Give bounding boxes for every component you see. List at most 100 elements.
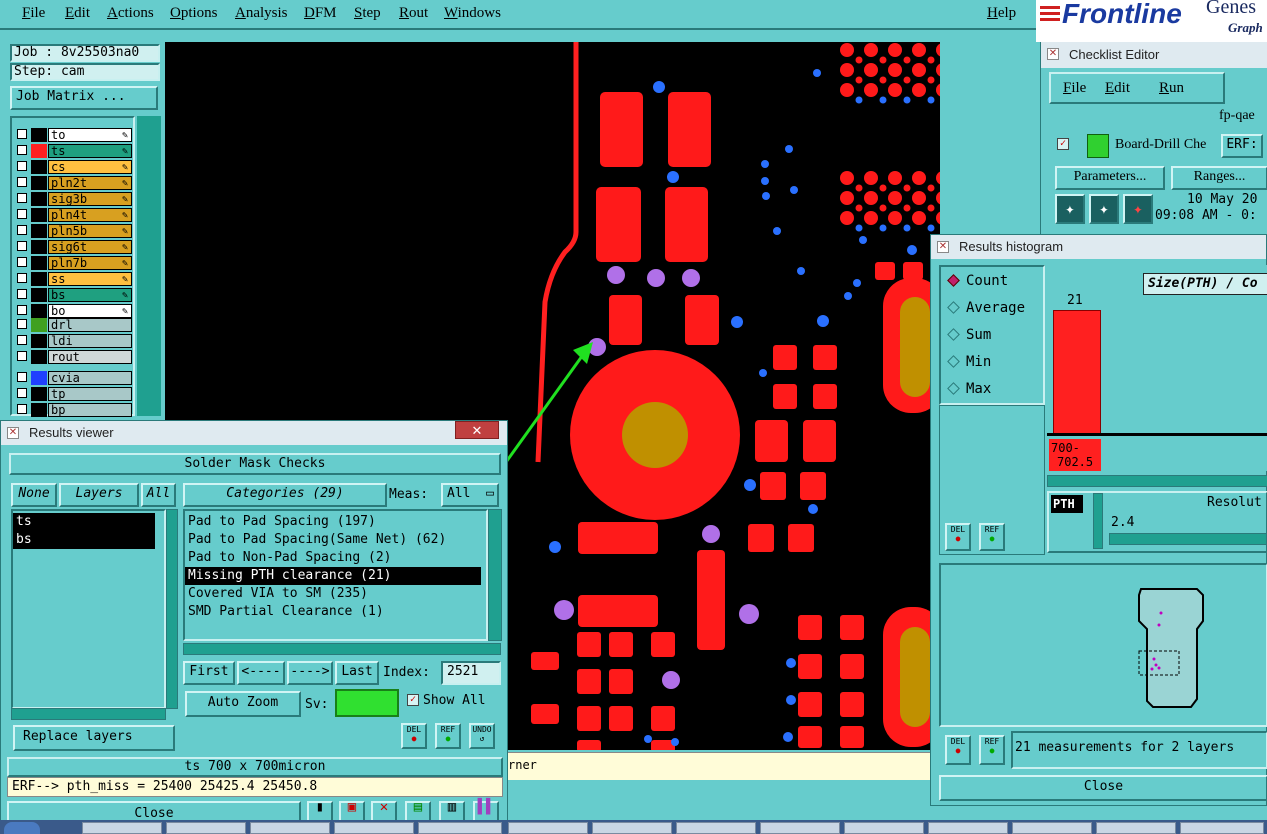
layer-color-swatch[interactable] — [31, 350, 47, 364]
hist-ref-button[interactable]: REF ● — [979, 523, 1005, 551]
auto-zoom-dropdown[interactable]: Auto Zoom — [185, 691, 301, 717]
menu-actions[interactable]: Actions — [107, 5, 154, 22]
layer-row-drl[interactable]: drl — [14, 318, 132, 332]
taskbar-item[interactable] — [1096, 822, 1176, 834]
layer-row-sig6t[interactable]: sig6t ✎ — [14, 240, 132, 254]
radio-sum[interactable]: Sum — [947, 327, 991, 343]
erf-button[interactable]: ERF: — [1221, 134, 1263, 158]
all-button[interactable]: All — [141, 483, 176, 507]
layers-button[interactable]: Layers — [59, 483, 139, 507]
close-icon[interactable]: ✕ — [455, 421, 499, 439]
layer-checkbox[interactable] — [17, 305, 27, 315]
histogram-bar[interactable] — [1053, 310, 1101, 434]
preview-ref-button[interactable]: REF ● — [979, 735, 1005, 765]
category-item[interactable]: Pad to Pad Spacing (197) — [185, 513, 481, 531]
checklist-menu-file[interactable]: File — [1063, 80, 1086, 97]
layer-checkbox[interactable] — [17, 257, 27, 267]
prev-button[interactable]: <---- — [237, 661, 285, 685]
radio-min[interactable]: Min — [947, 354, 991, 370]
layer-color-swatch[interactable] — [31, 224, 47, 238]
layer-name[interactable]: sig6t ✎ — [48, 240, 132, 254]
index-input[interactable]: 2521 — [441, 661, 501, 685]
layer-row-ts[interactable]: ts ✎ — [14, 144, 132, 158]
undo-button[interactable]: UNDO ↺ — [469, 723, 495, 749]
layer-row-bs[interactable]: bs ✎ — [14, 288, 132, 302]
layer-name[interactable]: drl — [48, 318, 132, 332]
taskbar-item[interactable] — [760, 822, 840, 834]
board-preview[interactable] — [939, 563, 1267, 727]
layer-color-swatch[interactable] — [31, 192, 47, 206]
checklist-menu-run[interactable]: Run — [1159, 80, 1184, 97]
show-all-checkbox[interactable]: ✓ — [407, 694, 419, 706]
layer-checkbox[interactable] — [17, 273, 27, 283]
layer-name[interactable]: ss ✎ — [48, 272, 132, 286]
layer-name[interactable]: bo ✎ — [48, 304, 132, 318]
first-button[interactable]: First — [183, 661, 235, 685]
category-item[interactable]: SMD Partial Clearance (1) — [185, 603, 481, 621]
layer-name[interactable]: pln4t ✎ — [48, 208, 132, 222]
layer-name[interactable]: cvia — [48, 371, 132, 385]
histogram-close-button[interactable]: Close — [939, 775, 1267, 801]
layer-list-hscroll[interactable] — [11, 708, 166, 720]
layer-row-to[interactable]: to ✎ — [14, 128, 132, 142]
category-hscroll[interactable] — [183, 643, 501, 655]
layer-color-swatch[interactable] — [31, 304, 47, 318]
layer-row-sig3b[interactable]: sig3b ✎ — [14, 192, 132, 206]
layer-checkbox[interactable] — [17, 404, 27, 414]
taskbar-item[interactable] — [418, 822, 502, 834]
layer-name[interactable]: rout — [48, 350, 132, 364]
meas-dropdown[interactable]: All ▭ — [441, 483, 499, 507]
layer-color-swatch[interactable] — [31, 334, 47, 348]
category-scrollbar[interactable] — [488, 509, 502, 641]
radio-count[interactable]: Count — [947, 273, 1008, 289]
layer-row-ldi[interactable]: ldi — [14, 334, 132, 348]
last-button[interactable]: Last — [335, 661, 379, 685]
histogram-titlebar[interactable]: ✕ Results histogram — [931, 235, 1266, 259]
layer-checkbox[interactable] — [17, 209, 27, 219]
taskbar-item[interactable] — [1012, 822, 1092, 834]
layer-checkbox[interactable] — [17, 388, 27, 398]
layer-row-ss[interactable]: ss ✎ — [14, 272, 132, 286]
stop-icon[interactable]: ✦ — [1123, 194, 1153, 224]
taskbar-item[interactable] — [82, 822, 162, 834]
radio-average[interactable]: Average — [947, 300, 1025, 316]
category-list[interactable]: Pad to Pad Spacing (197) Pad to Pad Spaci… — [183, 509, 488, 641]
job-matrix-button[interactable]: Job Matrix ... — [10, 86, 158, 110]
layer-row-tp[interactable]: tp — [14, 387, 132, 401]
checklist-menu-edit[interactable]: Edit — [1105, 80, 1130, 97]
layer-color-swatch[interactable] — [31, 240, 47, 254]
layer-row-bo[interactable]: bo ✎ — [14, 304, 132, 318]
layer-row-pln4t[interactable]: pln4t ✎ — [14, 208, 132, 222]
taskbar-item[interactable] — [1180, 822, 1264, 834]
menu-help[interactable]: Help — [987, 5, 1016, 22]
layer-row-bp[interactable]: bp — [14, 403, 132, 417]
pth-scroll[interactable] — [1093, 493, 1103, 549]
layer-checkbox[interactable] — [17, 241, 27, 251]
severity-dropdown[interactable] — [335, 689, 399, 717]
replace-layers-dropdown[interactable]: Replace layers — [13, 725, 175, 751]
layer-checkbox[interactable] — [17, 129, 27, 139]
menu-options[interactable]: Options — [170, 5, 218, 22]
layer-results-list[interactable]: ts bs — [11, 509, 166, 709]
taskbar-item[interactable] — [844, 822, 924, 834]
taskbar-item[interactable] — [508, 822, 588, 834]
layer-name[interactable]: bp — [48, 403, 132, 417]
radio-max[interactable]: Max — [947, 381, 991, 397]
menu-dfm[interactable]: DFM — [304, 5, 337, 22]
checklist-titlebar[interactable]: ✕ Checklist Editor — [1041, 42, 1267, 68]
layer-name[interactable]: pln5b ✎ — [48, 224, 132, 238]
layer-row-pln5b[interactable]: pln5b ✎ — [14, 224, 132, 238]
layer-checkbox[interactable] — [17, 335, 27, 345]
layer-color-swatch[interactable] — [31, 387, 47, 401]
taskbar-item[interactable] — [592, 822, 672, 834]
results-viewer-titlebar[interactable]: ✕ Results viewer ✕ — [1, 421, 507, 445]
layer-color-swatch[interactable] — [31, 256, 47, 270]
layer-checkbox[interactable] — [17, 351, 27, 361]
menu-file[interactable]: File — [22, 5, 45, 22]
layer-row-pln2t[interactable]: pln2t ✎ — [14, 176, 132, 190]
layer-row-cs[interactable]: cs ✎ — [14, 160, 132, 174]
layer-name[interactable]: bs ✎ — [48, 288, 132, 302]
layer-name[interactable]: tp — [48, 387, 132, 401]
ranges-button[interactable]: Ranges... — [1171, 166, 1267, 190]
run-all-icon[interactable]: ✦ — [1089, 194, 1119, 224]
